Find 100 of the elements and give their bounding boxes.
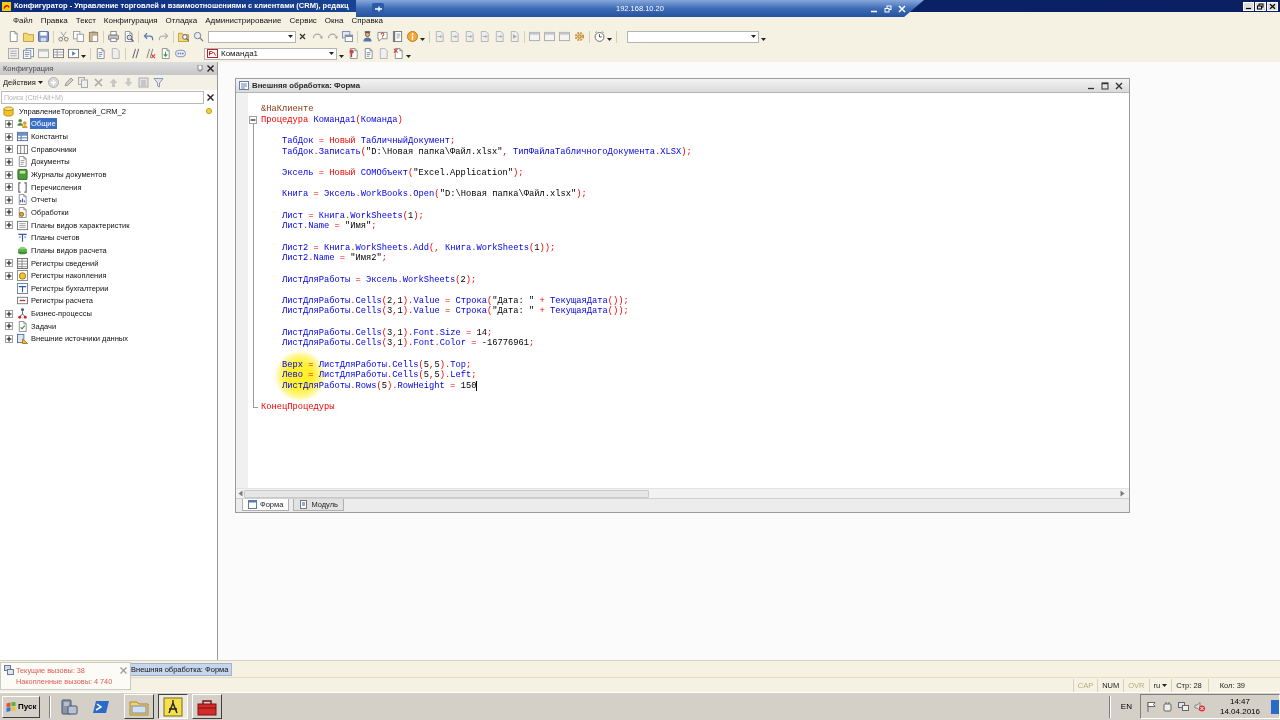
folder-magnifier-icon[interactable] xyxy=(178,31,189,42)
code-line: ЛистДляРаботы.Rows(5).RowHeight = 150 xyxy=(282,381,477,392)
pages-icon[interactable] xyxy=(23,48,34,59)
expand-icon[interactable] xyxy=(5,170,13,179)
folder-icon[interactable] xyxy=(23,31,34,42)
page-arrow-icon[interactable] xyxy=(160,48,171,59)
clock-icon[interactable] xyxy=(594,31,605,42)
close-icon[interactable] xyxy=(207,65,214,72)
page-arrow-icon[interactable] xyxy=(434,31,445,42)
maximize-icon[interactable] xyxy=(1101,81,1109,90)
expand-icon[interactable] xyxy=(5,221,13,230)
combo-field[interactable] xyxy=(208,30,296,43)
scroll-right-icon[interactable] xyxy=(1120,490,1125,497)
command-field[interactable]: Команда1 xyxy=(204,47,337,60)
ellipsis-icon[interactable] xyxy=(175,48,186,59)
pin-icon[interactable] xyxy=(197,65,203,72)
cross-icon[interactable] xyxy=(299,33,306,40)
expand-icon[interactable] xyxy=(5,259,13,267)
desktop-icon[interactable] xyxy=(1271,699,1279,714)
menu-item[interactable]: Администрирование xyxy=(201,13,286,27)
filter-icon[interactable] xyxy=(152,77,164,88)
menu-item[interactable]: Отладка xyxy=(161,13,202,27)
slashes-cross-icon[interactable] xyxy=(145,48,156,59)
expand-icon[interactable] xyxy=(5,119,13,128)
expand-icon[interactable] xyxy=(5,322,13,331)
expand-icon[interactable] xyxy=(5,157,13,166)
window-icon[interactable] xyxy=(38,48,49,59)
server-icon[interactable] xyxy=(60,697,79,716)
caret-icon[interactable] xyxy=(406,54,411,58)
page-arrow-icon[interactable] xyxy=(449,31,460,42)
curved-arrow-icon[interactable] xyxy=(312,31,323,42)
page-magnifier-icon[interactable] xyxy=(123,31,134,42)
restore-icon[interactable] xyxy=(884,4,892,13)
copy-icon[interactable] xyxy=(77,77,89,88)
caret-icon[interactable] xyxy=(288,35,293,38)
collapse-icon[interactable] xyxy=(249,116,257,124)
close-icon[interactable] xyxy=(1115,81,1123,90)
expand-icon[interactable] xyxy=(5,208,13,217)
menu-item[interactable]: Файл xyxy=(9,13,37,27)
scrollbar-thumb[interactable] xyxy=(244,489,649,498)
menu-item[interactable]: Текст xyxy=(71,13,100,27)
copy-icon[interactable] xyxy=(73,31,84,42)
expand-icon[interactable] xyxy=(5,132,13,141)
speaker-muted-icon[interactable] xyxy=(1193,701,1205,712)
plug-icon[interactable] xyxy=(1161,701,1173,712)
lined-page-icon[interactable] xyxy=(363,48,374,59)
expand-icon[interactable] xyxy=(5,195,13,204)
page-cross-icon[interactable] xyxy=(393,48,404,59)
flag-icon[interactable] xyxy=(1145,701,1157,712)
form-play-icon[interactable] xyxy=(68,48,79,59)
menu-item[interactable]: Справка xyxy=(347,13,387,27)
slashes-icon[interactable] xyxy=(130,48,141,59)
network-icon[interactable] xyxy=(1177,701,1189,712)
page-arrow-icon[interactable] xyxy=(464,31,475,42)
window-icon[interactable] xyxy=(544,31,555,42)
minimize-icon[interactable] xyxy=(1243,1,1254,11)
combo-field[interactable] xyxy=(627,30,759,43)
gear-icon[interactable] xyxy=(574,31,585,42)
caret-icon[interactable] xyxy=(607,37,612,41)
taskbar-button[interactable] xyxy=(158,694,189,719)
curved-arrow-icon[interactable] xyxy=(327,31,338,42)
clock[interactable]: 14:47 14.04.2016 xyxy=(1219,696,1260,717)
page-arrow-icon[interactable] xyxy=(479,31,490,42)
clipboard-icon[interactable] xyxy=(88,31,99,42)
expand-icon[interactable] xyxy=(5,334,13,343)
list-icon[interactable] xyxy=(8,48,19,59)
menu-item[interactable]: Окна xyxy=(320,13,348,27)
table-icon[interactable] xyxy=(53,48,64,59)
restore-icon[interactable] xyxy=(1255,1,1266,11)
expand-icon[interactable] xyxy=(5,145,13,154)
add-icon[interactable] xyxy=(47,77,59,88)
caret-icon[interactable] xyxy=(420,37,425,41)
menu-item[interactable]: Конфигурация xyxy=(99,13,162,27)
close-icon[interactable] xyxy=(207,94,214,101)
expand-icon[interactable] xyxy=(5,271,13,280)
play-icon[interactable] xyxy=(509,31,520,42)
search-icon[interactable] xyxy=(193,31,204,42)
expand-icon[interactable] xyxy=(5,309,13,318)
page-arrow-icon[interactable] xyxy=(494,31,505,42)
help-bubble-icon[interactable] xyxy=(377,31,388,42)
caret-icon[interactable] xyxy=(81,54,86,58)
person-icon[interactable] xyxy=(362,31,373,42)
undo-arrow-icon[interactable] xyxy=(143,31,154,42)
pin-page-icon[interactable] xyxy=(348,48,359,59)
pin-icon[interactable] xyxy=(372,2,384,15)
page-icon[interactable] xyxy=(8,31,19,42)
window-icon[interactable] xyxy=(529,31,540,42)
expand-icon[interactable] xyxy=(5,183,13,192)
menu-item[interactable]: Правка xyxy=(36,13,72,27)
start-button[interactable]: Пуск xyxy=(2,695,41,718)
book-icon[interactable] xyxy=(392,31,403,42)
pencil-icon[interactable] xyxy=(62,77,74,88)
window-icon[interactable] xyxy=(559,31,570,42)
lined-page-icon[interactable] xyxy=(95,48,106,59)
menu-item[interactable]: Сервис xyxy=(285,13,321,27)
input-language[interactable]: EN xyxy=(1120,702,1132,711)
printer-icon[interactable] xyxy=(108,31,119,42)
scissors-icon[interactable] xyxy=(58,31,69,42)
stacked-windows-icon[interactable] xyxy=(342,31,353,42)
logo-icon xyxy=(2,1,11,11)
